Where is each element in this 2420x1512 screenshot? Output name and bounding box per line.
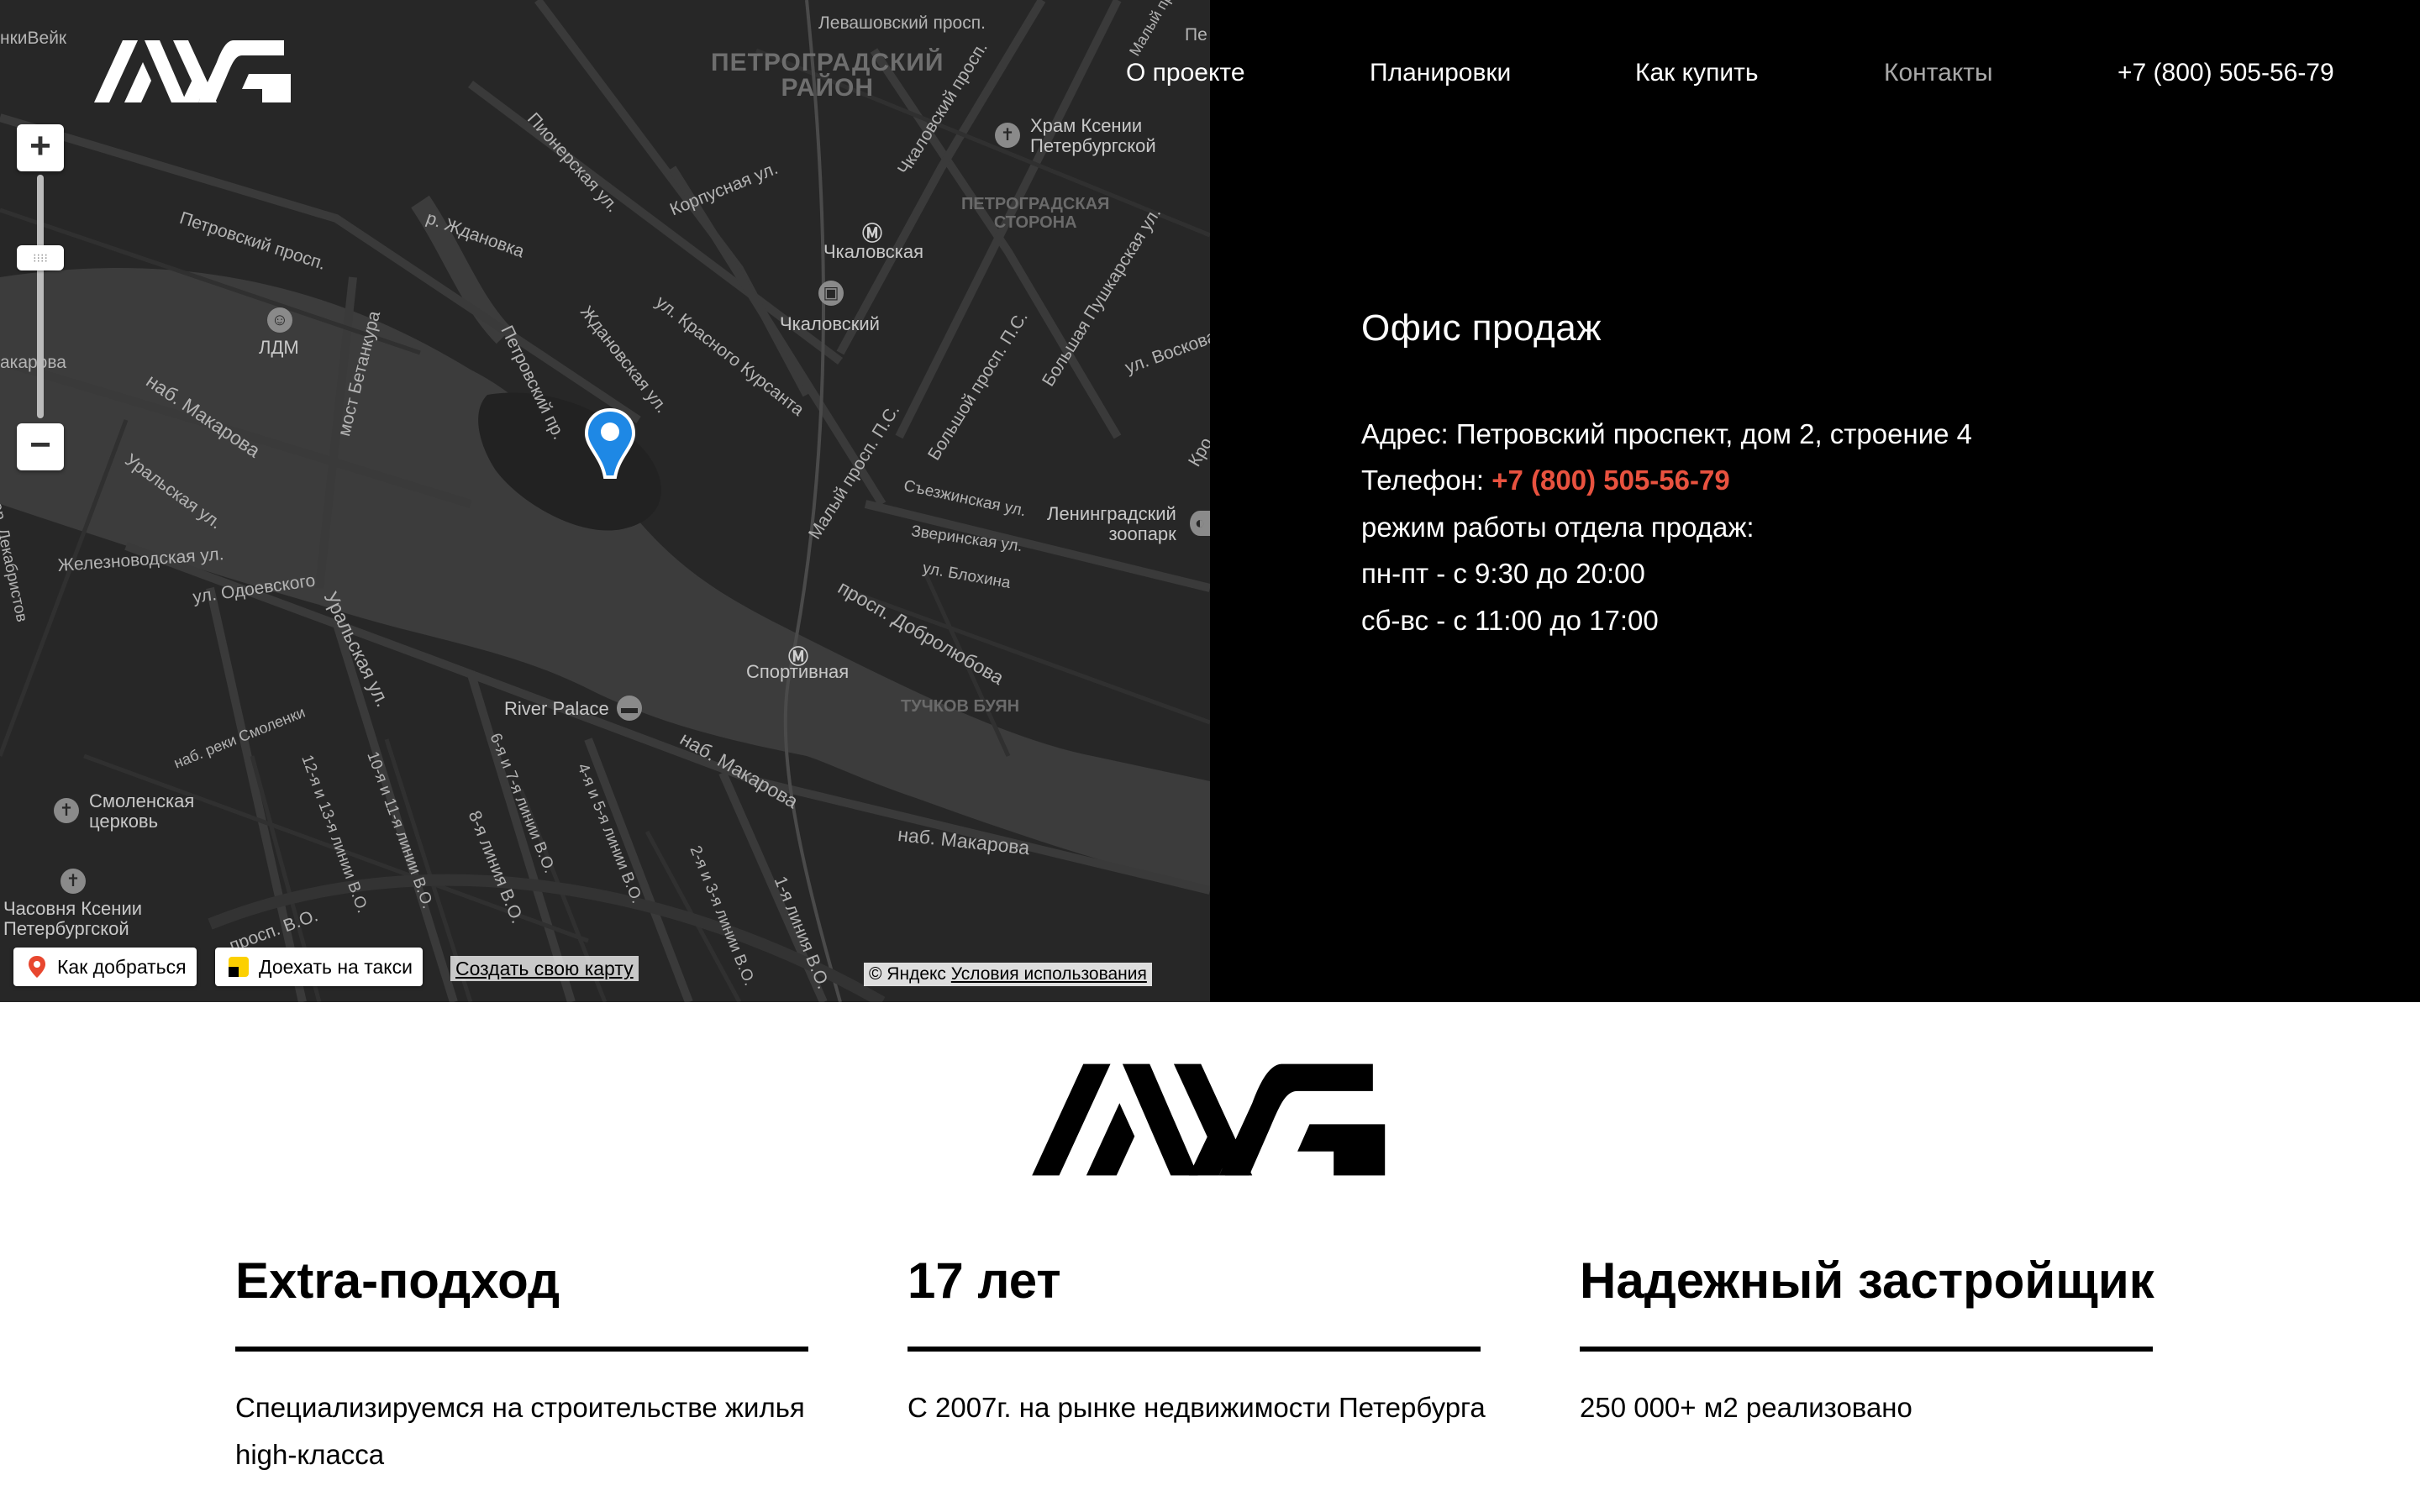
taxi-label: Доехать на такси bbox=[259, 956, 413, 978]
taxi-icon bbox=[229, 957, 249, 977]
map-label-street: нкиВейк bbox=[0, 29, 67, 48]
taxi-button[interactable]: Доехать на такси bbox=[215, 948, 423, 986]
route-button[interactable]: Как добраться bbox=[13, 948, 197, 986]
zoom-in-button[interactable]: + bbox=[17, 124, 64, 171]
poi-label[interactable]: River Palace bbox=[504, 699, 609, 719]
copyright-label: © Яндекс bbox=[869, 964, 946, 984]
map-label-street: Пе bbox=[1185, 25, 1207, 45]
phone-link[interactable]: +7 (800) 505-56-79 bbox=[1491, 465, 1729, 496]
zoom-slider-handle[interactable]: ⁝⁝⁝⁝ bbox=[17, 245, 64, 270]
poi-label[interactable]: Смоленская церковь bbox=[89, 791, 194, 832]
location-pin-icon[interactable] bbox=[585, 408, 635, 479]
map-label-tuchkov: ТУЧКОВ БУЯН bbox=[901, 697, 1020, 716]
phone-label: Телефон: bbox=[1361, 465, 1485, 496]
office-hours-title: режим работы отдела продаж: bbox=[1361, 512, 1754, 543]
footer-logo bbox=[1032, 1063, 1386, 1176]
office-hours-weekdays: пн-пт - с 9:30 до 20:00 bbox=[1361, 558, 1645, 589]
route-pin-icon bbox=[29, 956, 45, 978]
create-map-link[interactable]: Создать свою карту bbox=[450, 956, 639, 981]
poi-label[interactable]: Чкаловская bbox=[823, 242, 923, 262]
nav-phone[interactable]: +7 (800) 505-56-79 bbox=[2118, 59, 2334, 87]
feature-text: 250 000+ м2 реализовано bbox=[1580, 1392, 1912, 1423]
address-label: Адрес: bbox=[1361, 418, 1449, 449]
zoo-icon[interactable]: ◐ bbox=[1190, 511, 1210, 536]
feature-title: Extra-подход bbox=[235, 1252, 560, 1309]
feature-text: Специализируемся на строительстве жилья … bbox=[235, 1392, 805, 1470]
map-copyright: © Яндекс Условия использования bbox=[864, 963, 1152, 986]
church-icon[interactable]: ✝ bbox=[60, 869, 86, 894]
church-icon[interactable]: ✝ bbox=[54, 798, 79, 823]
zoom-out-button[interactable]: − bbox=[17, 423, 64, 470]
office-hours-weekend: сб-вс - с 11:00 до 17:00 bbox=[1361, 605, 1659, 636]
church-icon[interactable]: ✝ bbox=[995, 123, 1020, 148]
address-value: Петровский проспект, дом 2, строение 4 bbox=[1455, 418, 1973, 449]
feature-title: Надежный застройщик bbox=[1580, 1252, 2154, 1309]
map-label-district: ПЕТРОГРАДСКИЙ РАЙОН bbox=[711, 49, 944, 102]
feature-text: С 2007г. на рынке недвижимости Петербург… bbox=[908, 1392, 1486, 1423]
nav-contacts[interactable]: Контакты bbox=[1884, 59, 1993, 87]
feature-divider bbox=[235, 1347, 808, 1352]
logo[interactable] bbox=[94, 39, 292, 104]
office-address: Адрес: Петровский проспект, дом 2, строе… bbox=[1361, 418, 1972, 450]
yandex-map[interactable]: ПЕТРОГРАДСКИЙ РАЙОН ПЕТРОГРАДСКАЯ СТОРОНА … bbox=[0, 0, 1210, 1002]
map-zoom-control: + ⁝⁝⁝⁝ − bbox=[17, 124, 64, 470]
poi-label[interactable]: Часовня Ксении Петербургской bbox=[3, 899, 142, 939]
nav-about[interactable]: О проекте bbox=[1126, 59, 1245, 87]
feature-divider bbox=[1580, 1347, 2153, 1352]
office-phone: Телефон: +7 (800) 505-56-79 bbox=[1361, 465, 1730, 496]
theatre-icon[interactable]: ☺ bbox=[267, 307, 292, 333]
terms-link[interactable]: Условия использования bbox=[951, 964, 1147, 984]
zoom-slider-track[interactable] bbox=[37, 175, 44, 418]
feature-divider bbox=[908, 1347, 1481, 1352]
office-title: Офис продаж bbox=[1361, 307, 1602, 349]
feature-title: 17 лет bbox=[908, 1252, 1061, 1309]
contacts-section: ПЕТРОГРАДСКИЙ РАЙОН ПЕТРОГРАДСКАЯ СТОРОНА … bbox=[0, 0, 2420, 1002]
poi-label[interactable]: Чкаловский bbox=[780, 314, 880, 334]
route-label: Как добраться bbox=[57, 956, 187, 978]
poi-label[interactable]: Храм Ксении Петербургской bbox=[1030, 116, 1156, 156]
poi-label[interactable]: ЛДМ bbox=[259, 338, 299, 358]
nav-layouts[interactable]: Планировки bbox=[1370, 59, 1511, 87]
shopping-icon[interactable]: ▣ bbox=[818, 281, 844, 306]
hotel-icon[interactable]: ▬ bbox=[617, 696, 642, 721]
map-label-street: Левашовский просп. bbox=[818, 13, 986, 33]
poi-label[interactable]: Спортивная bbox=[746, 662, 849, 682]
poi-label[interactable]: Ленинградский зоопарк bbox=[1047, 504, 1176, 544]
nav-how-to-buy[interactable]: Как купить bbox=[1635, 59, 1758, 87]
map-label-area: ПЕТРОГРАДСКАЯ СТОРОНА bbox=[961, 195, 1110, 232]
